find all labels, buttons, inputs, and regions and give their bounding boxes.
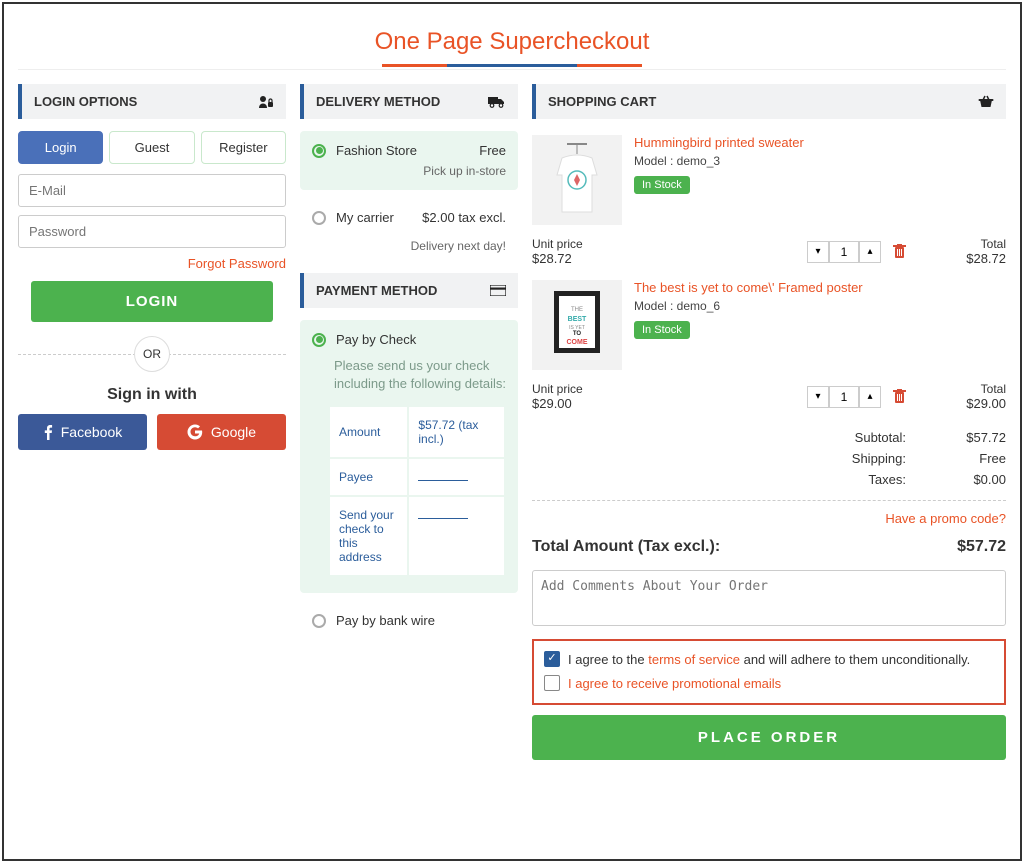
radio-checked-icon (312, 333, 326, 347)
tab-guest[interactable]: Guest (109, 131, 194, 164)
checkbox-promo-emails[interactable] (544, 675, 560, 691)
product-thumbnail[interactable]: THEBESTIS YETTOCOME (532, 280, 622, 370)
basket-icon (978, 95, 994, 108)
trash-icon[interactable] (893, 244, 906, 259)
quantity-stepper[interactable]: ▾ ▴ (807, 241, 881, 263)
delivery-option-fashion-store[interactable]: Fashion Store Free Pick up in-store (300, 131, 518, 190)
or-separator: OR (18, 336, 286, 372)
svg-text:THE: THE (571, 307, 583, 313)
tab-register[interactable]: Register (201, 131, 286, 164)
cart-panel-title: SHOPPING CART (532, 84, 1006, 119)
login-panel-title: LOGIN OPTIONS (18, 84, 286, 119)
truck-icon (488, 96, 506, 108)
or-label: OR (134, 336, 170, 372)
line-total: Total $29.00 (926, 382, 1006, 411)
google-button[interactable]: Google (157, 414, 286, 450)
unit-price: Unit price $29.00 (532, 382, 583, 411)
cart-item: Hummingbird printed sweater Model : demo… (532, 131, 1006, 233)
page-title: One Page Supercheckout (375, 28, 650, 56)
agree-terms-text: I agree to the terms of service and will… (568, 651, 970, 669)
order-summary: Subtotal:$57.72 Shipping:Free Taxes:$0.0… (532, 427, 1006, 490)
payment-panel-label: PAYMENT METHOD (316, 283, 437, 298)
qty-input[interactable] (829, 386, 859, 408)
qty-increase-button[interactable]: ▴ (859, 241, 881, 263)
agree-promo-text: I agree to receive promotional emails (568, 675, 781, 693)
radio-empty-icon (312, 614, 326, 628)
payment-details-table: Amount$57.72 (tax incl.) Payee Send your… (328, 405, 506, 577)
payment-opt1-desc: Please send us your check including the … (334, 357, 506, 393)
google-label: Google (211, 424, 256, 440)
stock-badge: In Stock (634, 176, 690, 194)
radio-checked-icon (312, 144, 326, 158)
payment-option-check[interactable]: Pay by Check Please send us your check i… (300, 320, 518, 593)
place-order-button[interactable]: PLACE ORDER (532, 715, 1006, 760)
facebook-label: Facebook (61, 424, 122, 440)
svg-text:BEST: BEST (568, 316, 587, 323)
qty-decrease-button[interactable]: ▾ (807, 386, 829, 408)
cart-item: THEBESTIS YETTOCOME The best is yet to c… (532, 276, 1006, 378)
forgot-password-link[interactable]: Forgot Password (18, 256, 286, 271)
agreement-box: ✓ I agree to the terms of service and wi… (532, 639, 1006, 705)
promo-code-link[interactable]: Have a promo code? (532, 511, 1006, 526)
payment-opt1-name: Pay by Check (336, 332, 506, 347)
card-icon (490, 285, 506, 296)
delivery-opt1-name: Fashion Store (336, 143, 469, 158)
login-panel-label: LOGIN OPTIONS (34, 94, 137, 109)
qty-input[interactable] (829, 241, 859, 263)
delivery-opt1-sub: Pick up in-store (312, 164, 506, 178)
payment-panel-title: PAYMENT METHOD (300, 273, 518, 308)
product-thumbnail[interactable] (532, 135, 622, 225)
google-icon (187, 424, 203, 440)
login-button[interactable]: LOGIN (31, 281, 272, 322)
product-title-link[interactable]: Hummingbird printed sweater (634, 135, 1006, 150)
order-comment-field[interactable] (532, 570, 1006, 626)
delivery-opt2-price: $2.00 tax excl. (422, 210, 506, 225)
qty-decrease-button[interactable]: ▾ (807, 241, 829, 263)
password-field[interactable] (18, 215, 286, 248)
payment-opt2-name: Pay by bank wire (336, 613, 506, 628)
delivery-option-my-carrier[interactable]: My carrier $2.00 tax excl. (300, 202, 518, 233)
tab-login[interactable]: Login (18, 131, 103, 164)
email-field[interactable] (18, 174, 286, 207)
facebook-button[interactable]: Facebook (18, 414, 147, 450)
radio-empty-icon (312, 211, 326, 225)
page-header: One Page Supercheckout (18, 18, 1006, 70)
product-model: Model : demo_3 (634, 154, 1006, 168)
delivery-opt1-price: Free (479, 143, 506, 158)
stock-badge: In Stock (634, 321, 690, 339)
qty-increase-button[interactable]: ▴ (859, 386, 881, 408)
line-total: Total $28.72 (926, 237, 1006, 266)
product-title-link[interactable]: The best is yet to come\' Framed poster (634, 280, 1006, 295)
delivery-panel-label: DELIVERY METHOD (316, 94, 440, 109)
cart-panel-label: SHOPPING CART (548, 94, 656, 109)
checkbox-terms[interactable]: ✓ (544, 651, 560, 667)
facebook-icon (43, 424, 53, 440)
quantity-stepper[interactable]: ▾ ▴ (807, 386, 881, 408)
signin-with-label: Sign in with (18, 386, 286, 404)
unit-price: Unit price $28.72 (532, 237, 583, 266)
svg-text:COME: COME (567, 339, 588, 346)
delivery-opt2-name: My carrier (336, 210, 412, 225)
terms-link[interactable]: terms of service (648, 652, 740, 667)
payment-option-bankwire[interactable]: Pay by bank wire (300, 605, 518, 636)
svg-text:TO: TO (573, 331, 582, 337)
total-amount: Total Amount (Tax excl.): $57.72 (532, 538, 1006, 556)
product-model: Model : demo_6 (634, 299, 1006, 313)
trash-icon[interactable] (893, 389, 906, 404)
delivery-opt2-sub: Delivery next day! (300, 239, 518, 253)
user-lock-icon (258, 95, 274, 109)
delivery-panel-title: DELIVERY METHOD (300, 84, 518, 119)
